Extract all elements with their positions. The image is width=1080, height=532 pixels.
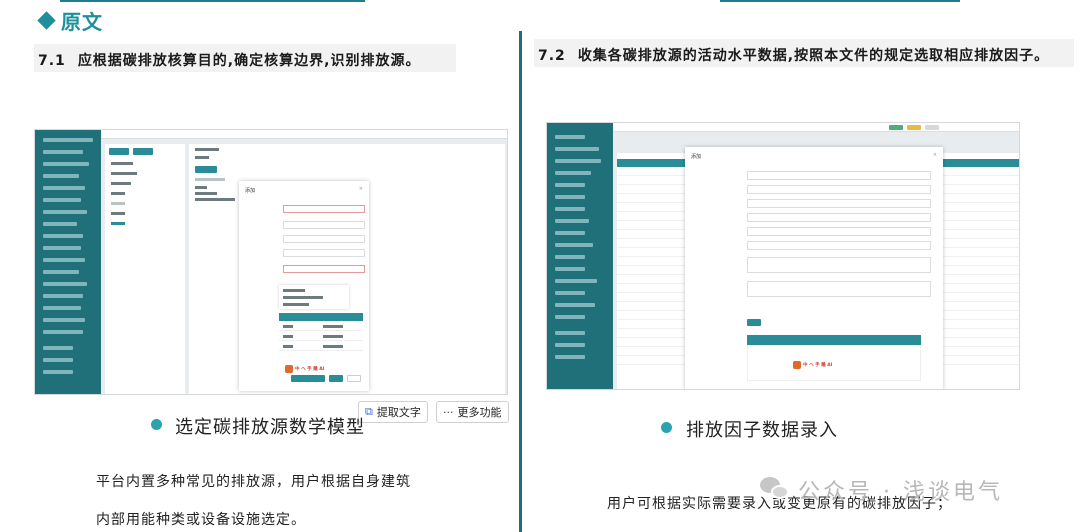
close-icon[interactable]: × — [359, 186, 363, 192]
dialog-title: 添加 — [691, 154, 702, 160]
app-sidebar — [35, 130, 101, 394]
more-features-button[interactable]: ··· 更多功能 — [436, 401, 509, 423]
extract-text-button[interactable]: ⧉ 提取文字 — [358, 401, 428, 423]
top-rule-right — [720, 0, 960, 2]
watermark-text: 公众号 · 浅谈电气 — [798, 480, 1003, 505]
wechat-watermark: 公众号 · 浅谈电气 — [760, 474, 1003, 506]
dialog-input[interactable] — [283, 205, 365, 213]
dialog-input[interactable] — [747, 241, 931, 250]
add-source-dialog: 添加 × 中 ヘ 手 雕 AI — [239, 181, 369, 391]
left-body-line-1: 平台内置多种常见的排放源，用户根据自身建筑 — [96, 474, 411, 490]
dialog-textarea[interactable] — [747, 281, 931, 297]
more-features-label: 更多功能 — [457, 406, 502, 419]
diamond-icon — [37, 11, 56, 30]
app-sidebar — [547, 123, 613, 389]
category-panel — [105, 144, 185, 394]
save-button[interactable] — [291, 375, 325, 382]
top-rule-left — [60, 0, 365, 2]
ellipsis-icon: ··· — [443, 405, 454, 419]
column-divider — [519, 31, 522, 532]
right-caption: 排放因子数据录入 — [686, 420, 838, 441]
dialog-input[interactable] — [283, 221, 365, 229]
dialog-input[interactable] — [747, 199, 931, 208]
left-caption: 选定碳排放源数学模型 — [175, 417, 365, 438]
dialog-input[interactable] — [283, 235, 365, 243]
brand-text: 中 ヘ 手 雕 AI — [295, 367, 325, 372]
dialog-input[interactable] — [747, 171, 931, 180]
brand-text: 中 ヘ 手 雕 AI — [803, 363, 833, 368]
bullet-icon — [151, 419, 162, 430]
clause-text: 收集各碳排放源的活动水平数据,按照本文件的规定选取相应排放因子。 — [577, 48, 1050, 64]
screenshot-emission-source-model: 添加 × 中 ヘ 手 雕 AI — [34, 129, 508, 395]
extract-text-label: 提取文字 — [376, 406, 421, 419]
wechat-icon — [760, 477, 790, 503]
screenshot-emission-factor-entry: 添加 × 中 ヘ 手 雕 AI — [546, 122, 1020, 390]
brand-logo-icon — [793, 361, 801, 369]
app-topnav — [101, 130, 507, 139]
clause-7-2: 7.2 收集各碳排放源的活动水平数据,按照本文件的规定选取相应排放因子。 — [534, 39, 1074, 67]
dialog-input[interactable] — [747, 227, 931, 236]
clause-number: 7.2 — [538, 48, 566, 64]
bullet-icon — [661, 422, 672, 433]
ghg-table-body — [747, 345, 921, 381]
close-icon[interactable]: × — [933, 152, 937, 158]
dialog-input[interactable] — [283, 249, 365, 257]
ghg-table-header — [747, 335, 921, 345]
dropdown-menu — [279, 285, 349, 309]
factor-table-header — [279, 313, 363, 321]
section-header: 原文 — [37, 6, 103, 35]
section-title: 原文 — [61, 10, 103, 34]
confirm-button[interactable] — [329, 375, 343, 382]
dialog-input[interactable] — [747, 213, 931, 222]
clause-text: 应根据碳排放核算目的,确定核算边界,识别排放源。 — [77, 53, 421, 69]
add-factor-dialog: 添加 × 中 ヘ 手 雕 AI — [685, 147, 943, 389]
dialog-textarea[interactable] — [747, 257, 931, 273]
dialog-input[interactable] — [747, 185, 931, 194]
add-row-button[interactable] — [747, 319, 761, 326]
brand-mark: 中 ヘ 手 雕 AI — [285, 365, 324, 373]
left-body-line-2: 内部用能种类或设备设施选定。 — [96, 512, 306, 528]
clause-7-1: 7.1 应根据碳排放核算目的,确定核算边界,识别排放源。 — [34, 44, 456, 72]
brand-mark: 中 ヘ 手 雕 AI — [793, 361, 832, 369]
dialog-title: 添加 — [245, 188, 256, 194]
cancel-button[interactable] — [347, 375, 361, 382]
app-topnav — [613, 123, 1019, 132]
clause-number: 7.1 — [38, 53, 66, 69]
dialog-input[interactable] — [283, 265, 365, 273]
brand-logo-icon — [285, 365, 293, 373]
text-extract-icon: ⧉ — [365, 405, 373, 418]
